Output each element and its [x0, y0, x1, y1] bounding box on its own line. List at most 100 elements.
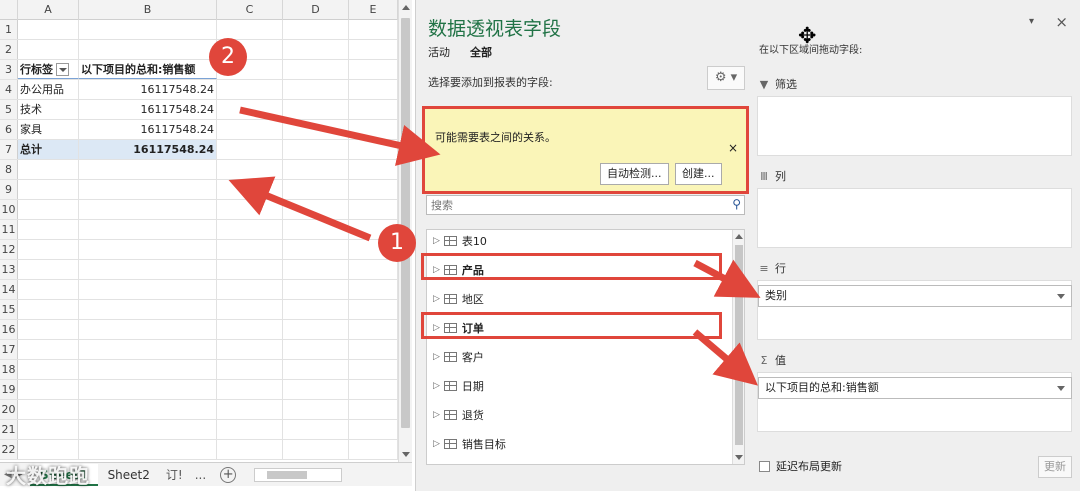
- cell-b[interactable]: [79, 180, 217, 199]
- cell-b[interactable]: [79, 260, 217, 279]
- notice-close-icon[interactable]: ×: [728, 141, 738, 155]
- update-button[interactable]: 更新: [1038, 456, 1072, 478]
- field-item[interactable]: ▷ 表10: [433, 232, 487, 250]
- cell-b[interactable]: [79, 380, 217, 399]
- values-drop-zone[interactable]: 以下项目的总和:销售额: [757, 372, 1072, 432]
- cell-d[interactable]: [283, 440, 349, 459]
- cell-b[interactable]: [79, 240, 217, 259]
- cell-d[interactable]: [283, 380, 349, 399]
- cell-b[interactable]: [79, 360, 217, 379]
- row-number[interactable]: 16: [0, 320, 18, 339]
- tab-all-fields[interactable]: 全部: [470, 44, 492, 60]
- horizontal-scrollbar[interactable]: [254, 467, 343, 482]
- rows-field-category[interactable]: 类别: [758, 285, 1072, 307]
- search-icon[interactable]: ⚲: [732, 197, 741, 211]
- cell-b[interactable]: 16117548.24: [79, 120, 217, 139]
- row-number[interactable]: 7: [0, 140, 18, 159]
- gear-icon[interactable]: ⚙ ▾: [707, 66, 745, 90]
- scroll-thumb[interactable]: [401, 18, 410, 428]
- cell-b[interactable]: [79, 20, 217, 39]
- cell-e[interactable]: [349, 40, 398, 59]
- cell-e[interactable]: [349, 280, 398, 299]
- expand-icon[interactable]: ▷: [433, 294, 440, 304]
- cell-d[interactable]: [283, 240, 349, 259]
- cell-c[interactable]: [217, 440, 283, 459]
- cell-a[interactable]: 办公用品: [18, 80, 79, 99]
- cell-a[interactable]: [18, 200, 79, 219]
- cell-a[interactable]: [18, 260, 79, 279]
- row-number[interactable]: 15: [0, 300, 18, 319]
- cell-a[interactable]: [18, 320, 79, 339]
- columns-drop-zone[interactable]: [757, 188, 1072, 248]
- cell-e[interactable]: [349, 140, 398, 159]
- cell-a[interactable]: 行标签: [18, 60, 79, 79]
- chevron-down-icon[interactable]: [1057, 294, 1065, 299]
- row-number[interactable]: 13: [0, 260, 18, 279]
- column-header-c[interactable]: C: [217, 0, 283, 20]
- cell-e[interactable]: [349, 400, 398, 419]
- cell-c[interactable]: [217, 360, 283, 379]
- filter-dropdown-icon[interactable]: [56, 62, 69, 76]
- cell-d[interactable]: [283, 400, 349, 419]
- cell-d[interactable]: [283, 140, 349, 159]
- field-item[interactable]: ▷销售人员: [433, 464, 506, 465]
- cell-d[interactable]: [283, 320, 349, 339]
- row-number[interactable]: 10: [0, 200, 18, 219]
- cell-d[interactable]: [283, 280, 349, 299]
- scroll-up-icon[interactable]: [735, 234, 743, 239]
- cell-a[interactable]: [18, 280, 79, 299]
- row-number[interactable]: 12: [0, 240, 18, 259]
- add-sheet-icon[interactable]: +: [220, 466, 237, 483]
- row-number[interactable]: 20: [0, 400, 18, 419]
- row-number[interactable]: 8: [0, 160, 18, 179]
- cell-c[interactable]: [217, 160, 283, 179]
- cell-e[interactable]: [349, 200, 398, 219]
- cell-c[interactable]: [217, 300, 283, 319]
- cell-b[interactable]: [79, 280, 217, 299]
- cell-b[interactable]: [79, 440, 217, 459]
- cell-d[interactable]: [283, 180, 349, 199]
- cell-e[interactable]: [349, 340, 398, 359]
- cell-a[interactable]: [18, 420, 79, 439]
- cell-c[interactable]: [217, 20, 283, 39]
- hscroll-thumb[interactable]: [267, 470, 308, 479]
- cell-d[interactable]: [283, 420, 349, 439]
- cell-b[interactable]: [79, 160, 217, 179]
- select-all-corner[interactable]: [0, 0, 18, 20]
- cell-e[interactable]: [349, 300, 398, 319]
- cell-a[interactable]: [18, 40, 79, 59]
- row-number[interactable]: 9: [0, 180, 18, 199]
- cell-a[interactable]: 技术: [18, 100, 79, 119]
- cell-a[interactable]: 总计: [18, 140, 79, 159]
- cell-a[interactable]: [18, 400, 79, 419]
- cell-c[interactable]: [217, 220, 283, 239]
- expand-icon[interactable]: ▷: [433, 410, 440, 420]
- cell-b[interactable]: 以下项目的总和:销售额: [79, 60, 217, 79]
- cell-e[interactable]: [349, 60, 398, 79]
- row-number[interactable]: 4: [0, 80, 18, 99]
- cell-c[interactable]: [217, 100, 283, 119]
- cell-c[interactable]: [217, 240, 283, 259]
- cell-d[interactable]: [283, 160, 349, 179]
- cell-c[interactable]: [217, 120, 283, 139]
- cell-e[interactable]: [349, 20, 398, 39]
- cell-e[interactable]: [349, 120, 398, 139]
- cell-a[interactable]: [18, 440, 79, 459]
- cell-b[interactable]: [79, 40, 217, 59]
- filter-drop-zone[interactable]: [757, 96, 1072, 156]
- expand-icon[interactable]: ▷: [433, 352, 440, 362]
- scroll-down-icon[interactable]: [735, 455, 743, 460]
- column-header-a[interactable]: A: [18, 0, 79, 20]
- cell-d[interactable]: [283, 260, 349, 279]
- row-number[interactable]: 3: [0, 60, 18, 79]
- cell-a[interactable]: [18, 360, 79, 379]
- cell-c[interactable]: [217, 380, 283, 399]
- cell-a[interactable]: 家具: [18, 120, 79, 139]
- cell-d[interactable]: [283, 60, 349, 79]
- row-number[interactable]: 2: [0, 40, 18, 59]
- scroll-down-icon[interactable]: [402, 452, 410, 457]
- cell-b[interactable]: 16117548.24: [79, 100, 217, 119]
- cell-c[interactable]: [217, 180, 283, 199]
- cell-e[interactable]: [349, 420, 398, 439]
- scroll-up-icon[interactable]: [402, 5, 410, 10]
